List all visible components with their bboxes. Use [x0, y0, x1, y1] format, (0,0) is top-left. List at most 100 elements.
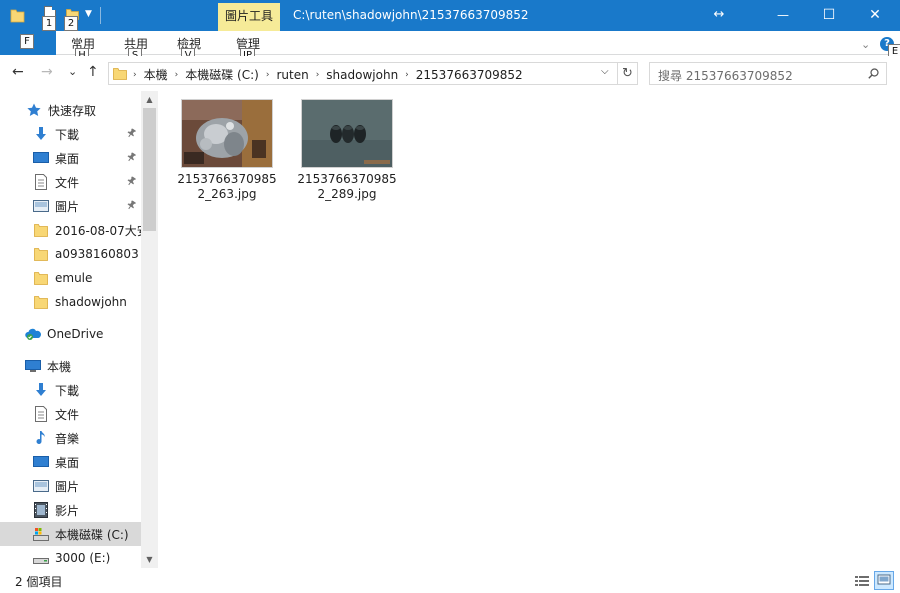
pictures-icon: [33, 480, 49, 492]
file-name[interactable]: 21537663709852_289.jpg: [296, 172, 398, 202]
sidebar-label: 3000 (E:): [55, 551, 111, 565]
star-icon: [27, 103, 41, 116]
sidebar-label: 影片: [55, 503, 80, 518]
recent-locations-button[interactable]: ⌄: [68, 65, 77, 79]
document-icon: [35, 174, 47, 190]
sidebar-item-onedrive[interactable]: OneDrive: [0, 322, 141, 346]
forward-button[interactable]: →: [41, 65, 53, 79]
navigation-pane[interactable]: 快速存取 下載 桌面 文件 圖片 2016-08-07大安 a093816080…: [0, 91, 158, 568]
pin-icon[interactable]: [127, 200, 137, 210]
up-button[interactable]: ↑: [87, 65, 99, 79]
sidebar-item-this-pc[interactable]: 本機: [0, 354, 141, 378]
sidebar-label: a0938160803: [55, 247, 139, 261]
scroll-thumb[interactable]: [143, 108, 156, 231]
keytip-1: 1: [42, 16, 56, 31]
sidebar-label: 本機磁碟 (C:): [55, 527, 129, 542]
minimize-button[interactable]: —: [760, 0, 806, 31]
keytip-file: F: [20, 34, 34, 49]
breadcrumb-this-pc[interactable]: 本機: [144, 66, 168, 83]
sidebar-label: shadowjohn: [55, 295, 127, 309]
desktop-icon: [33, 456, 49, 467]
picture-tools-context-tab[interactable]: 圖片工具: [218, 3, 280, 31]
sidebar-item-pc-music[interactable]: 音樂: [0, 426, 141, 450]
sidebar-item-folder-shadowjohn[interactable]: shadowjohn: [0, 290, 141, 314]
sidebar-item-pc-documents[interactable]: 文件: [0, 402, 141, 426]
folder-icon: [34, 272, 48, 285]
title-bar: ▼ 1 2 圖片工具 C:\ruten\shadowjohn\215376637…: [0, 0, 900, 31]
onedrive-cloud-icon: [25, 328, 41, 340]
sidebar-item-documents[interactable]: 文件: [0, 170, 141, 194]
sidebar-item-downloads[interactable]: 下載: [0, 122, 141, 146]
sidebar-item-quick-access[interactable]: 快速存取: [0, 98, 141, 122]
carburetor-photo: [182, 100, 272, 167]
file-name[interactable]: 21537663709852_263.jpg: [176, 172, 278, 202]
sidebar-item-folder-emule[interactable]: emule: [0, 266, 141, 290]
file-item[interactable]: 21537663709852_263.jpg: [176, 99, 278, 202]
breadcrumb-separator[interactable]: ›: [266, 70, 270, 80]
sidebar-item-folder-2016-08-07[interactable]: 2016-08-07大安: [0, 218, 141, 242]
sidebar-label: 2016-08-07大安: [55, 223, 141, 238]
details-view-icon[interactable]: [852, 571, 872, 590]
pin-icon[interactable]: [127, 152, 137, 162]
sidebar-item-pc-downloads[interactable]: 下載: [0, 378, 141, 402]
breadcrumb-drive-c[interactable]: 本機磁碟 (C:): [185, 66, 259, 83]
sidebar-item-drive-c[interactable]: 本機磁碟 (C:): [0, 522, 141, 546]
sidebar-item-pc-videos[interactable]: 影片: [0, 498, 141, 522]
keytip-2: 2: [64, 16, 78, 31]
breadcrumb-separator[interactable]: ›: [316, 70, 320, 80]
window-title: C:\ruten\shadowjohn\21537663709852: [293, 8, 529, 22]
breadcrumb-shadowjohn[interactable]: shadowjohn: [326, 68, 398, 82]
search-input[interactable]: 搜尋 21537663709852: [649, 62, 887, 85]
address-dropdown-icon[interactable]: ⌵: [601, 66, 609, 77]
file-item[interactable]: 21537663709852_289.jpg: [296, 99, 398, 202]
breadcrumb-separator[interactable]: ›: [175, 70, 179, 80]
sidebar-item-pc-desktop[interactable]: 桌面: [0, 450, 141, 474]
scroll-down-arrow[interactable]: ▼: [141, 551, 158, 568]
customize-toolbar-icon[interactable]: ▼: [85, 9, 92, 19]
sidebar-item-desktop[interactable]: 桌面: [0, 146, 141, 170]
ribbon-tabs: 檔 F 常用 H 共用 S 檢視 V 管理 JP ⌄ ? E: [0, 31, 900, 63]
sidebar-label: 音樂: [55, 431, 80, 446]
breadcrumb-separator[interactable]: ›: [405, 70, 409, 80]
folder-icon[interactable]: [10, 7, 25, 23]
drive-c-icon: [33, 528, 49, 541]
sidebar-label: 圖片: [55, 199, 80, 214]
resize-icon: ↔: [713, 7, 725, 22]
refresh-button[interactable]: ↻: [617, 63, 637, 84]
sidebar-label: 下載: [55, 127, 80, 142]
folder-icon: [34, 224, 48, 237]
pin-icon[interactable]: [127, 128, 137, 138]
pin-icon[interactable]: [127, 176, 137, 186]
video-icon: [34, 502, 48, 518]
sidebar-item-pc-pictures[interactable]: 圖片: [0, 474, 141, 498]
scroll-up-arrow[interactable]: ▲: [141, 91, 158, 108]
close-button[interactable]: ✕: [852, 0, 898, 31]
large-icons-view-button[interactable]: [874, 571, 894, 590]
maximize-button[interactable]: ☐: [806, 0, 852, 31]
sidebar-label: 桌面: [55, 455, 80, 470]
sidebar-label: 文件: [55, 175, 80, 190]
search-placeholder: 搜尋 21537663709852: [658, 69, 793, 83]
back-button[interactable]: ←: [12, 65, 24, 79]
toolbar-divider: [100, 7, 101, 24]
pictures-icon: [33, 200, 49, 212]
search-icon[interactable]: [868, 68, 879, 79]
computer-icon: [25, 360, 41, 372]
sidebar-item-folder-a0938160803[interactable]: a0938160803: [0, 242, 141, 266]
sidebar-label: 桌面: [55, 151, 80, 166]
folder-icon: [34, 296, 48, 309]
large-icons-view-icon: [877, 574, 891, 585]
sidebar-label: 文件: [55, 407, 80, 422]
breadcrumb-separator[interactable]: ›: [133, 70, 137, 80]
sidebar-label: 本機: [47, 359, 72, 374]
breadcrumb-current-folder[interactable]: 21537663709852: [416, 68, 523, 82]
breadcrumb-ruten[interactable]: ruten: [276, 68, 308, 82]
sidebar-item-drive-e[interactable]: 3000 (E:): [0, 546, 141, 570]
expand-ribbon-icon[interactable]: ⌄: [861, 38, 870, 51]
address-bar[interactable]: › 本機 › 本機磁碟 (C:) › ruten › shadowjohn › …: [108, 62, 638, 85]
sidebar-item-pictures[interactable]: 圖片: [0, 194, 141, 218]
file-list[interactable]: 21537663709852_263.jpg 21537663709852_28…: [160, 91, 900, 568]
sidebar-scrollbar[interactable]: ▲ ▼: [141, 91, 158, 568]
status-bar: 2 個項目: [0, 568, 900, 593]
breadcrumb: › 本機 › 本機磁碟 (C:) › ruten › shadowjohn › …: [133, 66, 523, 83]
